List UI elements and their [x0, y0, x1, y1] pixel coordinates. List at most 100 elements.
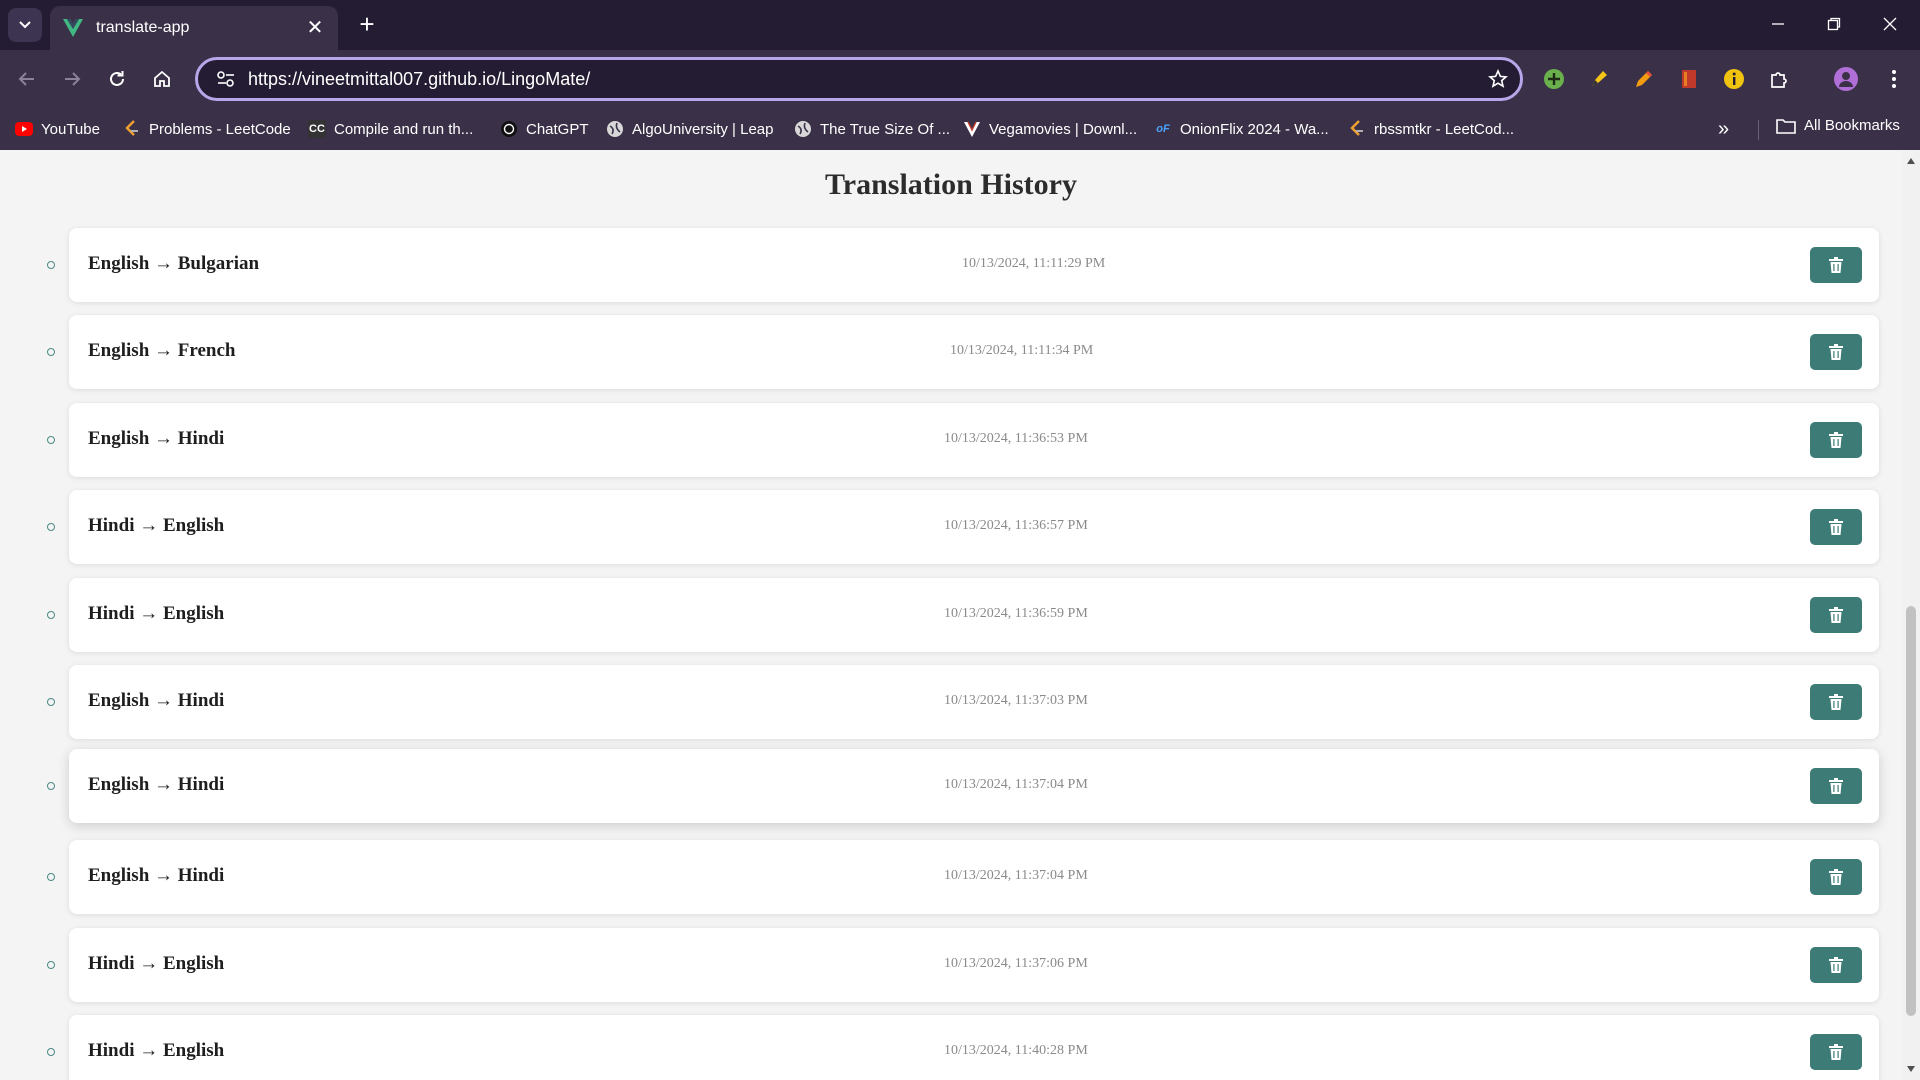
delete-button[interactable]	[1810, 859, 1862, 895]
list-bullet	[47, 261, 55, 269]
new-tab-button[interactable]: +	[352, 10, 382, 40]
language-pair: English → Hindi	[88, 428, 225, 449]
scroll-down-arrow-icon[interactable]	[1907, 1066, 1915, 1072]
delete-button[interactable]	[1810, 509, 1862, 545]
active-tab[interactable]: translate-app ✕	[50, 6, 338, 50]
page-title: Translation History	[825, 168, 1077, 201]
minimize-button[interactable]	[1750, 6, 1806, 42]
minimize-icon	[1772, 23, 1784, 25]
list-bullet	[47, 782, 55, 790]
timestamp: 10/13/2024, 11:36:57 PM	[944, 518, 1088, 533]
delete-button[interactable]	[1810, 247, 1862, 283]
of-icon: oF	[1156, 123, 1170, 135]
timestamp: 10/13/2024, 11:37:04 PM	[944, 777, 1088, 792]
scrollbar-thumb[interactable]	[1906, 606, 1916, 1016]
history-item: Hindi → English 10/13/2024, 11:36:57 PM	[47, 490, 1879, 564]
bookmark-leetcode-problems[interactable]: Problems - LeetCode	[123, 117, 291, 141]
trash-icon	[1829, 519, 1843, 535]
language-pair: Hindi → English	[88, 515, 225, 536]
page-scrollbar[interactable]	[1902, 150, 1920, 1080]
globe-icon	[606, 120, 624, 138]
trash-icon	[1829, 257, 1843, 273]
language-pair: English → Hindi	[88, 774, 225, 795]
vue-logo-icon	[62, 17, 84, 39]
restore-icon	[1827, 17, 1841, 31]
delete-button[interactable]	[1810, 597, 1862, 633]
list-bullet	[47, 436, 55, 444]
address-bar[interactable]: https://vineetmittal007.github.io/LingoM…	[195, 57, 1523, 101]
url-text[interactable]: https://vineetmittal007.github.io/LingoM…	[248, 69, 1476, 90]
extensions-puzzle-icon[interactable]	[1763, 63, 1795, 95]
timestamp: 10/13/2024, 11:37:03 PM	[944, 693, 1088, 708]
bookmark-chatgpt[interactable]: ChatGPT	[500, 117, 589, 141]
bookmark-label: The True Size Of ...	[820, 120, 951, 138]
delete-button[interactable]	[1810, 1034, 1862, 1070]
trash-icon	[1829, 778, 1843, 794]
profile-avatar[interactable]	[1830, 63, 1862, 95]
trash-icon	[1829, 1044, 1843, 1060]
tab-strip: translate-app ✕ +	[0, 0, 1920, 50]
forward-arrow-icon	[65, 72, 81, 86]
history-item: English → Hindi 10/13/2024, 11:36:53 PM	[47, 403, 1879, 477]
language-pair: Hindi → English	[88, 603, 225, 624]
list-bullet	[47, 523, 55, 531]
history-item: Hindi → English 10/13/2024, 11:36:59 PM	[47, 578, 1879, 652]
chevron-down-icon	[19, 21, 31, 29]
bookmark-compile-run[interactable]: CC Compile and run th...	[308, 117, 473, 141]
bookmark-label: AlgoUniversity | Leap	[632, 120, 774, 138]
delete-button[interactable]	[1810, 334, 1862, 370]
tab-search-button[interactable]	[8, 8, 42, 42]
page-viewport: Translation History English → Bulgarian …	[0, 150, 1902, 1080]
bookmarks-separator	[1758, 120, 1759, 140]
list-bullet	[47, 961, 55, 969]
reload-button[interactable]	[100, 62, 134, 96]
close-tab-icon[interactable]: ✕	[304, 17, 326, 39]
list-bullet	[47, 873, 55, 881]
delete-button[interactable]	[1810, 947, 1862, 983]
home-button[interactable]	[145, 62, 179, 96]
info-extension-icon[interactable]	[1718, 63, 1750, 95]
history-item: English → French 10/13/2024, 11:11:34 PM	[47, 315, 1879, 389]
cc-icon: CC	[308, 120, 326, 138]
more-bookmarks-icon[interactable]: »	[1718, 118, 1729, 141]
trash-icon	[1829, 432, 1843, 448]
reload-icon	[110, 71, 124, 86]
close-window-button[interactable]	[1862, 6, 1918, 42]
delete-button[interactable]	[1810, 684, 1862, 720]
red-book-extension-icon[interactable]	[1673, 63, 1705, 95]
timestamp: 10/13/2024, 11:36:59 PM	[944, 606, 1088, 621]
bookmark-vegamovies[interactable]: Vegamovies | Downl...	[963, 117, 1137, 141]
forward-button[interactable]	[55, 62, 89, 96]
pencil-extension-icon[interactable]	[1628, 63, 1660, 95]
highlighter-extension-icon[interactable]	[1583, 63, 1615, 95]
timestamp: 10/13/2024, 11:37:06 PM	[944, 956, 1088, 971]
trash-icon	[1829, 869, 1843, 885]
bookmark-youtube[interactable]: YouTube	[15, 117, 100, 141]
browser-menu-icon[interactable]	[1878, 63, 1910, 95]
home-icon	[154, 70, 170, 87]
scroll-up-arrow-icon[interactable]	[1907, 158, 1915, 164]
green-plus-extension-icon[interactable]	[1538, 63, 1570, 95]
globe-icon	[794, 120, 812, 138]
bookmark-algouniversity[interactable]: AlgoUniversity | Leap	[606, 117, 773, 141]
bookmark-star-icon[interactable]	[1476, 60, 1520, 98]
youtube-icon	[15, 120, 33, 138]
site-settings-icon[interactable]	[204, 60, 248, 98]
delete-button[interactable]	[1810, 422, 1862, 458]
history-item: English → Hindi 10/13/2024, 11:37:04 PM	[47, 840, 1879, 914]
bookmark-label: YouTube	[41, 120, 100, 138]
restore-button[interactable]	[1806, 6, 1862, 42]
language-pair: English → Bulgarian	[88, 253, 260, 274]
bookmark-rbssmtkr[interactable]: rbssmtkr - LeetCod...	[1348, 117, 1514, 141]
bookmark-onionflix[interactable]: oF OnionFlix 2024 - Wa...	[1154, 117, 1328, 141]
trash-icon	[1829, 607, 1843, 623]
bookmark-true-size[interactable]: The True Size Of ...	[794, 117, 950, 141]
all-bookmarks-button[interactable]: All Bookmarks	[1776, 117, 1900, 134]
bookmark-label: Vegamovies | Downl...	[989, 120, 1138, 138]
back-button[interactable]	[10, 62, 44, 96]
delete-button[interactable]	[1810, 768, 1862, 804]
all-bookmarks-label: All Bookmarks	[1804, 117, 1900, 134]
leetcode-icon	[1348, 120, 1366, 138]
language-pair: English → Hindi	[88, 690, 225, 711]
close-icon	[1883, 17, 1897, 31]
